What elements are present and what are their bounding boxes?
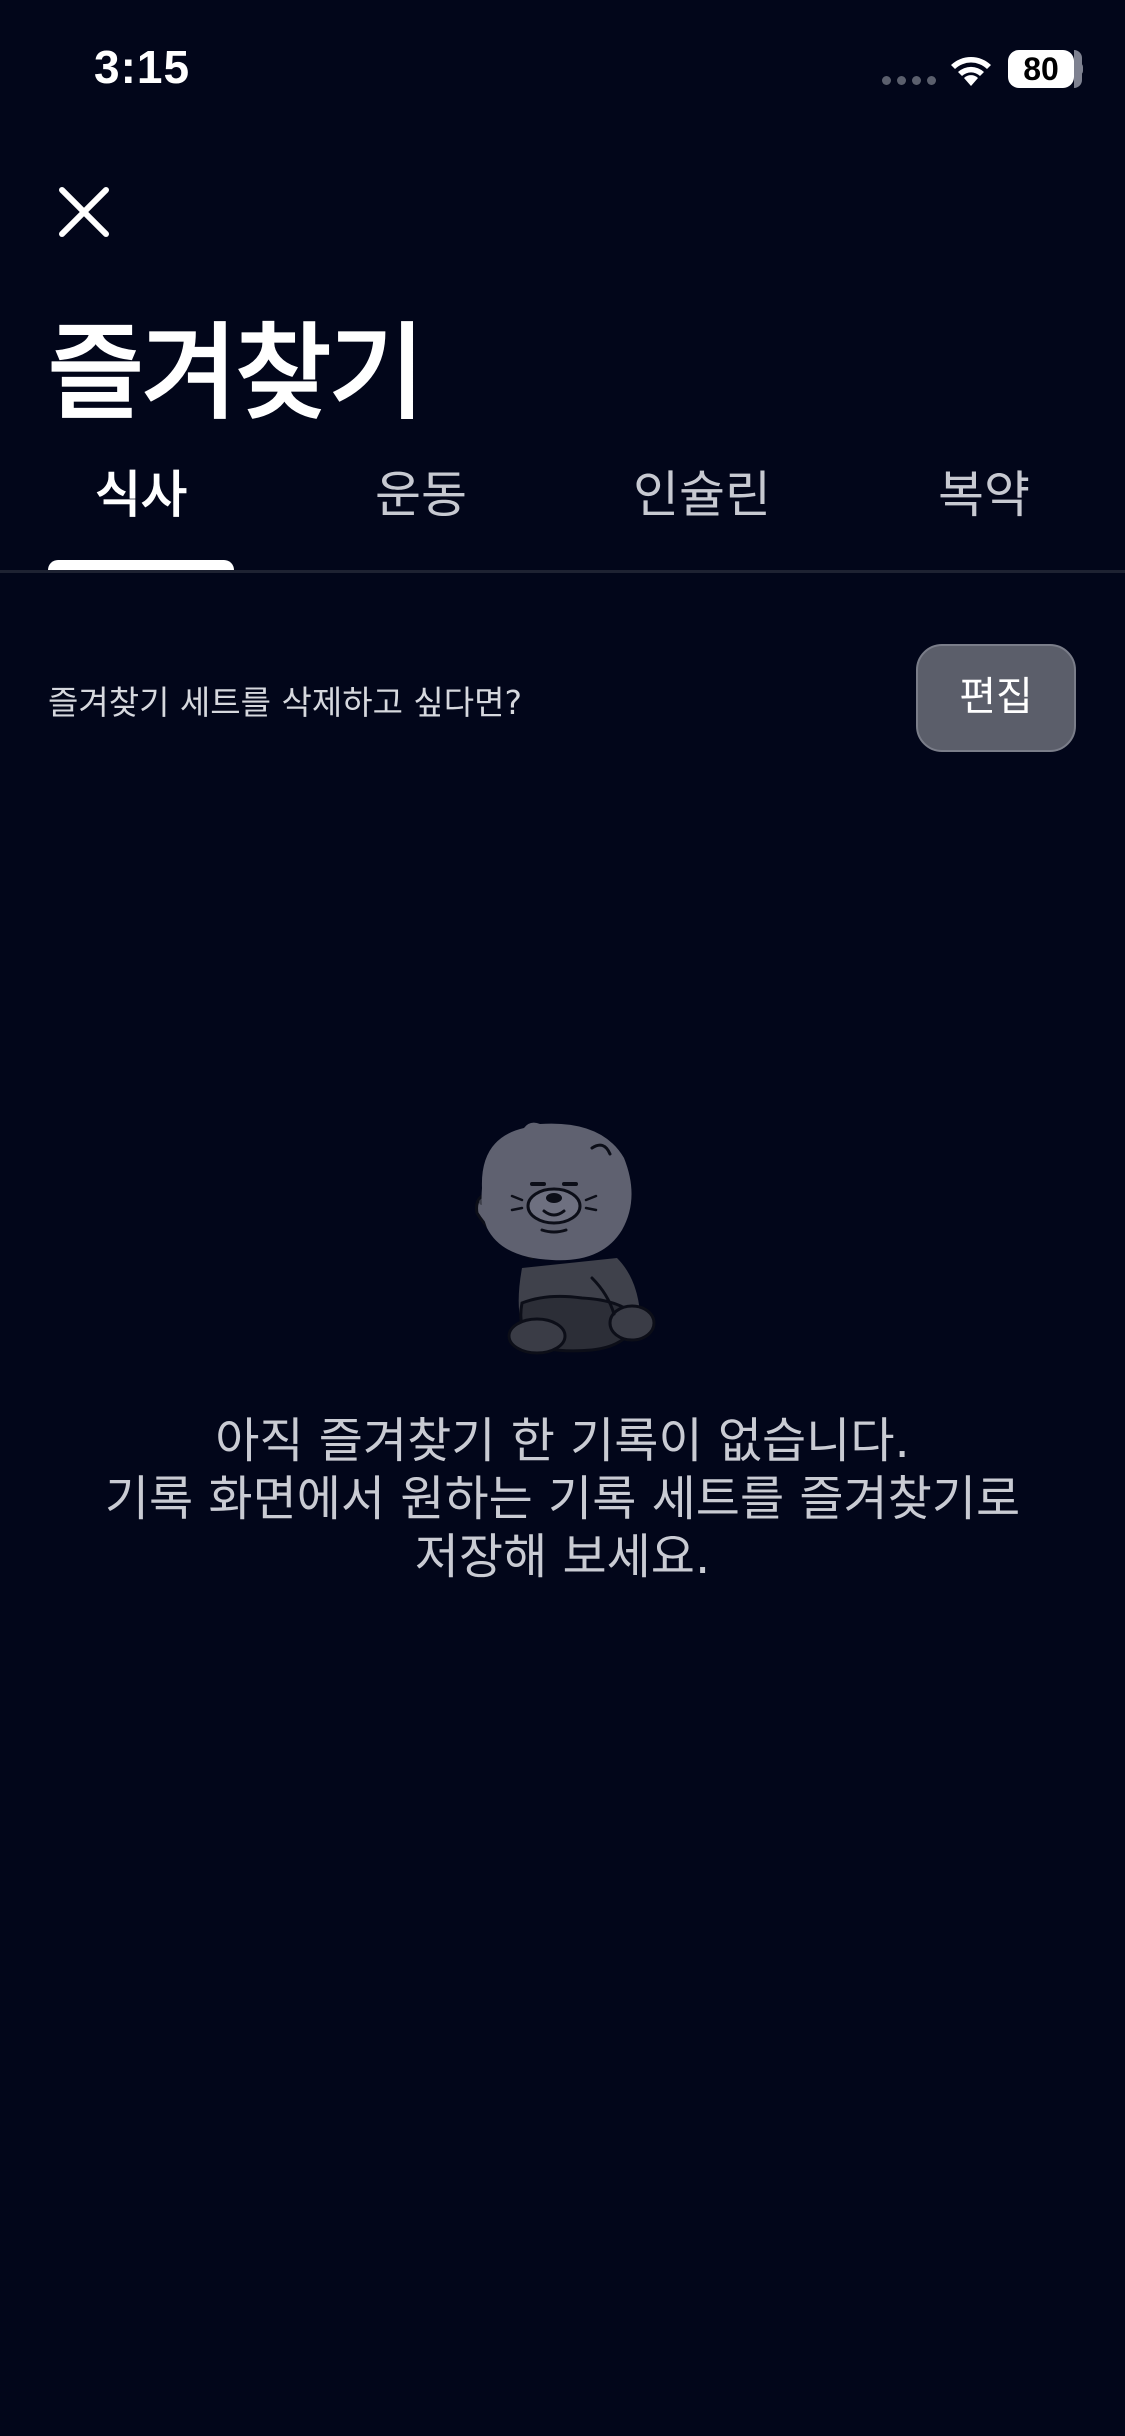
category-tabs: 식사 운동 인슐린 복약: [0, 450, 1125, 572]
status-time: 3:15: [94, 41, 191, 93]
edit-button[interactable]: 편집: [916, 644, 1076, 752]
empty-state-line-2: 기록 화면에서 원하는 기록 세트를 즐겨찾기로: [104, 1471, 1021, 1527]
cellular-signal-icon: [882, 76, 936, 85]
edit-hint-text: 즐겨찾기 세트를 삭제하고 싶다면?: [48, 683, 523, 722]
battery-level: 80: [1023, 51, 1059, 87]
tab-medication[interactable]: 복약: [884, 450, 1084, 572]
close-button[interactable]: [48, 176, 120, 248]
tab-insulin[interactable]: 인슐린: [602, 450, 802, 572]
wifi-icon: [951, 57, 991, 86]
empty-state-message: 아직 즐겨찾기 한 기록이 없습니다. 기록 화면에서 원하는 기록 세트를 즐…: [0, 1412, 1125, 1586]
empty-state-line-3: 저장해 보세요.: [414, 1529, 711, 1585]
status-bar: 3:15 80: [0, 0, 1125, 140]
tab-exercise[interactable]: 운동: [321, 450, 521, 572]
tab-meal[interactable]: 식사: [41, 450, 241, 572]
favorites-screen: 3:15 80 즐겨찾기 식사 운동 인슐린 복약 즐겨찾기 세트를 삭제하고 …: [0, 0, 1125, 2436]
close-icon: [59, 187, 109, 237]
waving-bear-illustration: [475, 1122, 656, 1355]
tabs-divider: [0, 570, 1125, 573]
empty-state-line-1: 아직 즐겨찾기 한 기록이 없습니다.: [215, 1413, 910, 1469]
page-title: 즐겨찾기: [48, 312, 425, 434]
battery-icon: 80: [1008, 50, 1083, 88]
